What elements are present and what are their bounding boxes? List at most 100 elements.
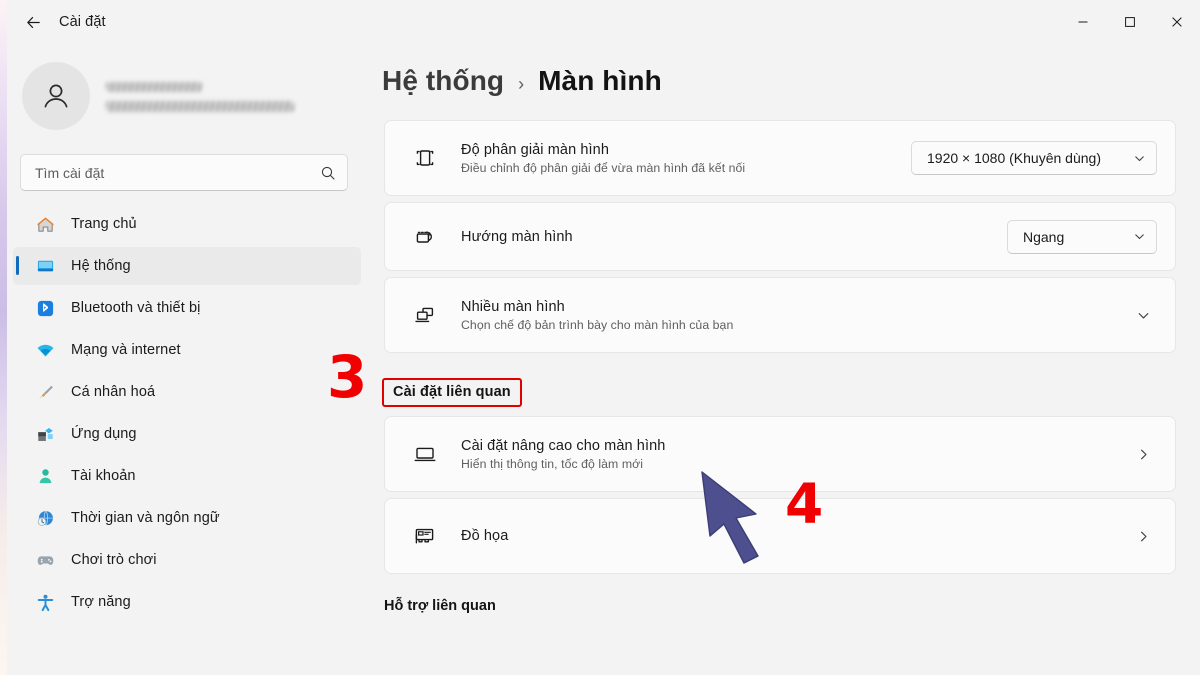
avatar (22, 62, 90, 130)
main-content: Hệ thống › Màn hình Độ phân giải màn hìn… (368, 44, 1200, 675)
card-title: Độ phân giải màn hình (461, 142, 745, 158)
card-text: Hướng màn hình (461, 229, 573, 245)
sidebar-item-label: Mạng và internet (71, 342, 181, 358)
card-text: Cài đặt nâng cao cho màn hình Hiển thị t… (461, 438, 665, 471)
card-title: Đồ họa (461, 528, 508, 544)
chevron-down-icon (1133, 230, 1146, 243)
card-control: Ngang (1007, 220, 1157, 254)
account-person-icon (35, 466, 55, 486)
chevron-right-icon (1136, 447, 1151, 462)
resolution-dropdown[interactable]: 1920 × 1080 (Khuyên dùng) (911, 141, 1157, 175)
card-screen-resolution: Độ phân giải màn hình Điều chỉnh độ phân… (384, 120, 1176, 196)
sidebar-item-label: Bluetooth và thiết bị (71, 300, 200, 316)
wifi-icon (35, 340, 55, 360)
page-title: Màn hình (538, 65, 662, 97)
minimize-button[interactable] (1059, 0, 1106, 44)
apps-icon (35, 424, 55, 444)
sidebar-item-tai-khoan[interactable]: Tài khoản (13, 457, 361, 495)
sidebar-item-tro-nang[interactable]: Trợ năng (13, 583, 361, 621)
sidebar: Trang chủ Hệ thống (0, 44, 368, 675)
clock-globe-icon (35, 508, 55, 528)
sidebar-item-bluetooth[interactable]: Bluetooth và thiết bị (13, 289, 361, 327)
card-subtitle: Điều chỉnh độ phân giải để vừa màn hình … (461, 161, 745, 175)
card-title: Hướng màn hình (461, 229, 573, 245)
annotation-step-4: 4 (785, 477, 823, 532)
breadcrumb-parent[interactable]: Hệ thống (382, 65, 504, 97)
paintbrush-icon (35, 382, 55, 402)
navigate-button[interactable] (1136, 447, 1157, 462)
card-title: Nhiều màn hình (461, 299, 733, 315)
sidebar-item-ca-nhan-hoa[interactable]: Cá nhân hoá (13, 373, 361, 411)
sidebar-item-label: Hệ thống (71, 258, 131, 274)
sidebar-item-he-thong[interactable]: Hệ thống (13, 247, 361, 285)
maximize-icon (1124, 16, 1136, 28)
account-name-blurred (106, 82, 202, 92)
related-settings-heading-row: Cài đặt liên quan (368, 353, 1200, 416)
display-advanced-icon (409, 441, 441, 467)
accessibility-icon (35, 592, 55, 612)
sidebar-item-choi-tro-choi[interactable]: Chơi trò chơi (13, 541, 361, 579)
search-box[interactable] (20, 154, 348, 191)
orientation-dropdown[interactable]: Ngang (1007, 220, 1157, 254)
search-icon (320, 165, 336, 181)
close-icon (1171, 16, 1183, 28)
sidebar-item-mang-internet[interactable]: Mạng và internet (13, 331, 361, 369)
home-icon (35, 214, 55, 234)
close-button[interactable] (1153, 0, 1200, 44)
gamepad-icon (35, 550, 55, 570)
card-title: Cài đặt nâng cao cho màn hình (461, 438, 665, 454)
card-subtitle: Chọn chế độ bản trình bày cho màn hình c… (461, 318, 733, 332)
sidebar-item-label: Ứng dụng (71, 426, 137, 442)
maximize-button[interactable] (1106, 0, 1153, 44)
chevron-right-icon (1136, 529, 1151, 544)
multiple-displays-icon (409, 302, 441, 328)
card-control: 1920 × 1080 (Khuyên dùng) (911, 141, 1157, 175)
sidebar-item-trang-chu[interactable]: Trang chủ (13, 205, 361, 243)
desktop-edge-gradient (0, 0, 7, 675)
chevron-down-icon (1133, 152, 1146, 165)
sidebar-item-label: Chơi trò chơi (71, 552, 157, 568)
card-text: Đồ họa (461, 528, 508, 544)
related-support-heading: Hỗ trợ liên quan (384, 598, 1200, 614)
resolution-value: 1920 × 1080 (Khuyên dùng) (927, 150, 1101, 166)
annotation-step-3: 3 (327, 348, 367, 406)
back-button[interactable] (16, 7, 50, 37)
person-avatar-icon (38, 78, 74, 114)
orientation-value: Ngang (1023, 229, 1064, 245)
card-text: Độ phân giải màn hình Điều chỉnh độ phân… (461, 142, 745, 175)
screen-rotation-icon (409, 224, 441, 250)
sidebar-item-ung-dung[interactable]: Ứng dụng (13, 415, 361, 453)
sidebar-nav: Trang chủ Hệ thống (0, 205, 368, 621)
navigate-button[interactable] (1136, 529, 1157, 544)
card-text: Nhiều màn hình Chọn chế độ bản trình bày… (461, 299, 733, 332)
chevron-down-icon (1136, 308, 1151, 323)
sidebar-item-thoi-gian-ngon-ngu[interactable]: Thời gian và ngôn ngữ (13, 499, 361, 537)
sidebar-item-label: Trang chủ (71, 216, 137, 232)
card-subtitle: Hiển thị thông tin, tốc độ làm mới (461, 457, 665, 471)
minimize-icon (1077, 16, 1089, 28)
breadcrumb: Hệ thống › Màn hình (368, 44, 1200, 97)
sidebar-item-label: Tài khoản (71, 468, 136, 484)
back-arrow-icon (24, 13, 43, 32)
card-multiple-displays[interactable]: Nhiều màn hình Chọn chế độ bản trình bày… (384, 277, 1176, 353)
app-title: Cài đặt (59, 14, 106, 30)
graphics-card-icon (409, 523, 441, 549)
screen-resolution-icon (409, 145, 441, 171)
expand-button[interactable] (1136, 308, 1157, 323)
settings-card-list: Độ phân giải màn hình Điều chỉnh độ phân… (368, 97, 1200, 353)
title-bar: Cài đặt (0, 0, 1200, 44)
window-controls (1059, 0, 1200, 44)
sidebar-item-label: Trợ năng (71, 594, 131, 610)
sidebar-item-label: Thời gian và ngôn ngữ (71, 510, 220, 526)
breadcrumb-separator: › (518, 74, 524, 95)
account-text-redacted (106, 80, 294, 112)
account-email-blurred (106, 101, 294, 112)
card-screen-orientation: Hướng màn hình Ngang (384, 202, 1176, 271)
search-input[interactable] (35, 165, 320, 181)
account-summary[interactable] (0, 44, 368, 130)
sidebar-item-label: Cá nhân hoá (71, 384, 155, 400)
monitor-icon (35, 256, 55, 276)
search-container (0, 130, 368, 191)
settings-window: Cài đặt (0, 0, 1200, 675)
related-settings-heading: Cài đặt liên quan (382, 378, 522, 407)
